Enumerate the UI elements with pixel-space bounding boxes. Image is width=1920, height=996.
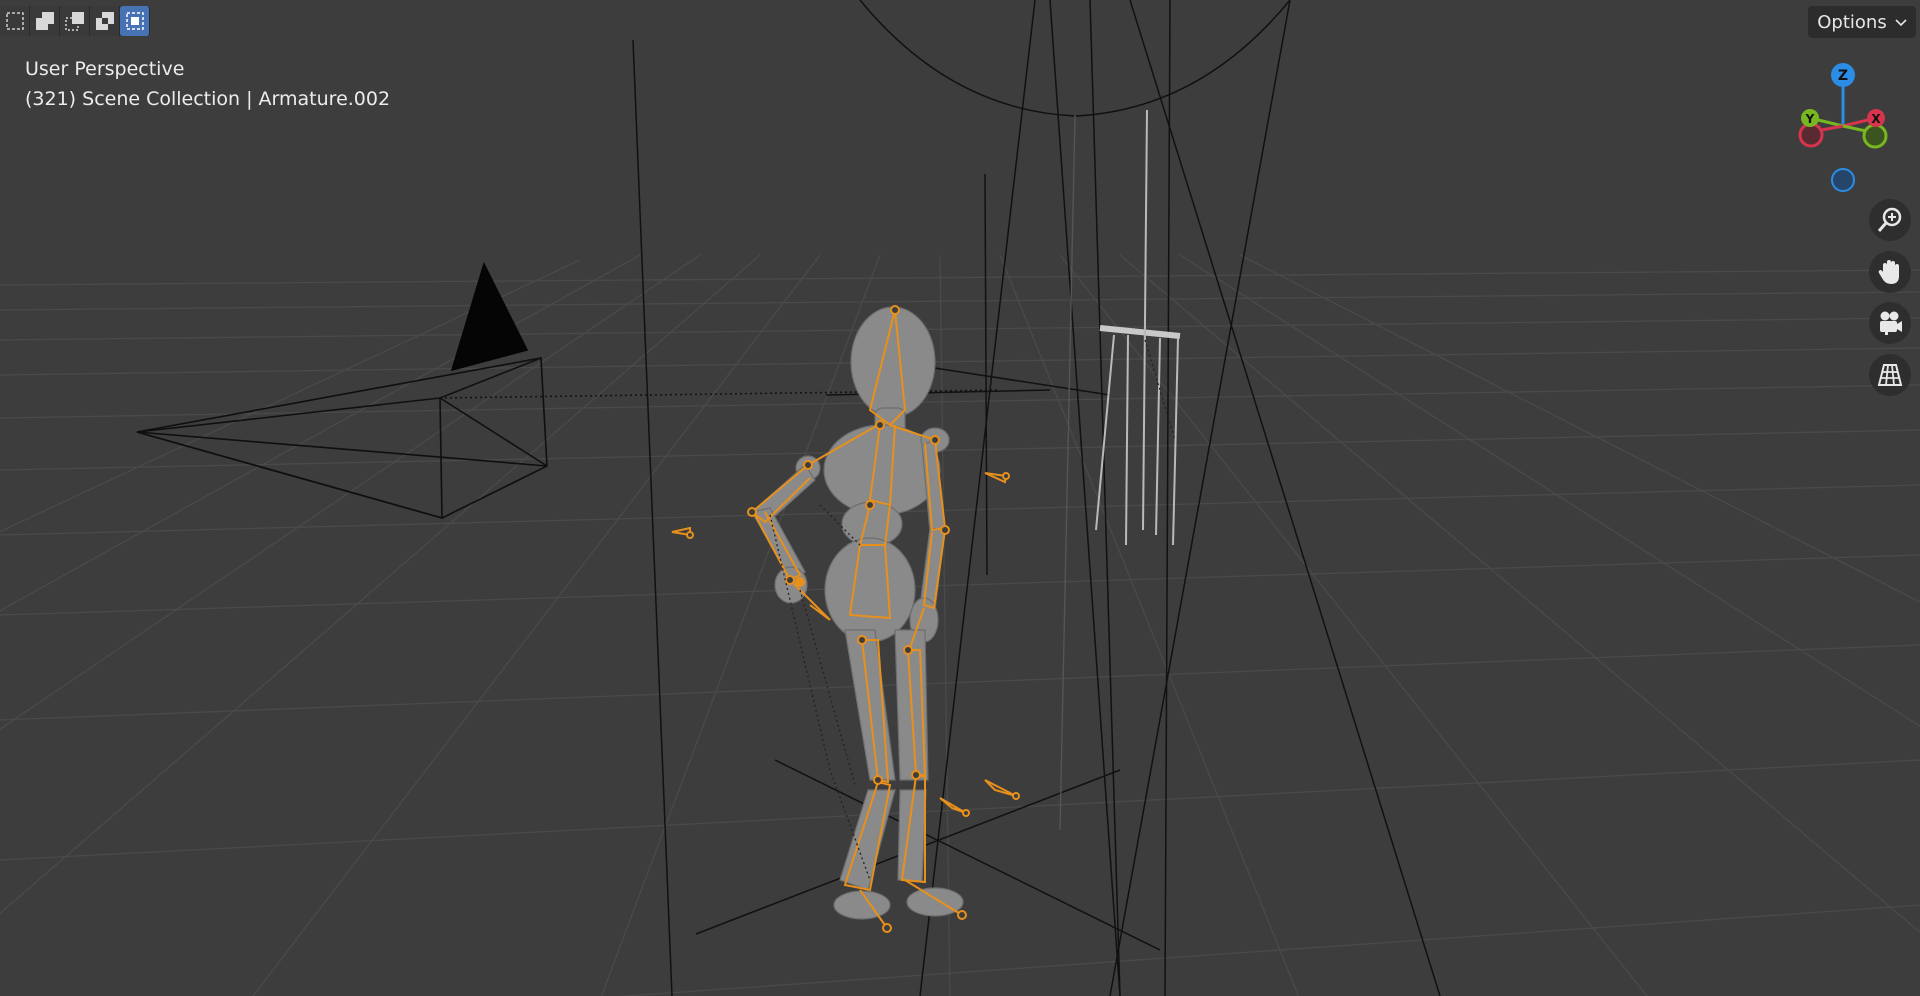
perspective-grid-icon [1877, 364, 1903, 386]
gizmo-z-neg-handle [1831, 168, 1855, 192]
selection-mode-toolbar [0, 6, 150, 36]
gizmo-x-neg-handle [1862, 123, 1888, 149]
select-extend-icon[interactable] [30, 6, 60, 36]
gizmo-z-label: Z [1838, 68, 1848, 84]
camera-object [136, 261, 548, 520]
select-difference-icon[interactable] [90, 6, 120, 36]
floor-grid [0, 254, 1920, 996]
view-name-label: User Perspective [25, 58, 185, 80]
perspective-toggle-button[interactable] [1869, 354, 1911, 396]
zoom-icon [1877, 207, 1902, 232]
mannequin-figure [751, 306, 964, 920]
scene-info-label: (321) Scene Collection | Armature.002 [25, 88, 391, 110]
camera-view-button[interactable] [1869, 302, 1911, 344]
gizmo-y-neg-handle [1798, 122, 1824, 148]
active-bone-joint [795, 577, 805, 587]
3d-viewport[interactable]: User Perspective (321) Scene Collection … [0, 0, 1920, 996]
pan-hand-icon [1878, 260, 1899, 284]
gizmo-x-label: X [1871, 112, 1881, 126]
chevron-down-icon [1895, 12, 1907, 33]
select-subtract-icon[interactable] [60, 6, 90, 36]
scene-canvas[interactable] [0, 0, 1920, 996]
select-intersect-icon[interactable] [120, 6, 150, 36]
gizmo-y-label: Y [1805, 112, 1815, 126]
zoom-button[interactable] [1869, 199, 1911, 241]
options-dropdown[interactable]: Options [1808, 6, 1916, 38]
select-new-icon[interactable] [0, 6, 30, 36]
options-label: Options [1817, 11, 1887, 33]
pan-button[interactable] [1869, 251, 1911, 293]
navigation-gizmo[interactable]: Z Y X [1780, 60, 1910, 200]
light-lines [632, 0, 1441, 996]
camera-view-icon [1880, 311, 1902, 335]
